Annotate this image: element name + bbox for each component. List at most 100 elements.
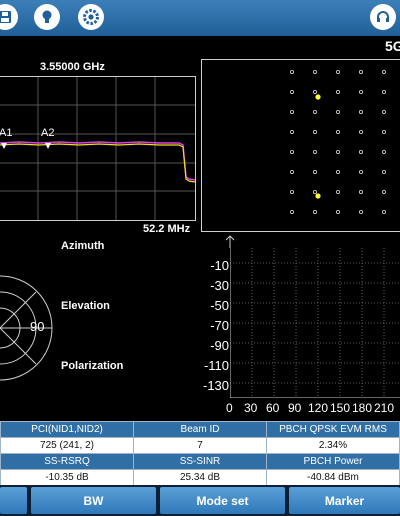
constellation-ref-point [381, 110, 386, 115]
x-tick: 90 [288, 401, 302, 415]
bw-button[interactable]: BW [31, 487, 156, 514]
marker-button[interactable]: Marker [289, 487, 400, 514]
y-tick: -90 [210, 338, 229, 353]
constellation-ref-point [335, 130, 340, 135]
constellation-ref-point [290, 69, 295, 74]
polar-angle-label: 90 [30, 319, 45, 334]
constellation-ref-point [290, 209, 295, 214]
constellation-ref-point [290, 130, 295, 135]
constellation-ref-point [358, 69, 363, 74]
constellation-plot[interactable] [201, 59, 400, 232]
y-tick: -130 [203, 378, 230, 393]
x-tick: 60 [266, 401, 280, 415]
pbch-power-value: -40.84 dBm [266, 469, 400, 486]
constellation-ref-point [290, 150, 295, 155]
elevation-label: Elevation [61, 300, 110, 312]
constellation-ref-point [335, 209, 340, 214]
table-row: PCI(NID1,NID2) Beam ID PBCH QPSK EVM RMS [0, 421, 400, 438]
measurement-table: PCI(NID1,NID2) Beam ID PBCH QPSK EVM RMS… [0, 421, 400, 486]
constellation-ref-point [335, 189, 340, 194]
constellation-ref-point [358, 130, 363, 135]
plot-arrow-icon [225, 235, 235, 248]
marker-a2-icon [45, 143, 51, 149]
top-toolbar [0, 0, 400, 36]
softkey-bar: BW Mode set Marker [0, 485, 400, 516]
beam-id-value: 7 [133, 437, 267, 454]
x-tick: 0 [226, 401, 233, 415]
spectrum-grid [0, 77, 195, 220]
constellation-ref-point [313, 170, 318, 175]
sinr-header: SS-SINR [133, 453, 267, 470]
span-label: 52.2 MHz [143, 223, 191, 235]
constellation-ref-point [290, 110, 295, 115]
bulb-icon[interactable] [34, 4, 60, 30]
y-tick: -70 [210, 318, 229, 333]
constellation-ref-point [358, 150, 363, 155]
table-row: -10.35 dB 25.34 dB -40.84 dBm [0, 469, 400, 486]
gear-icon[interactable] [78, 4, 104, 30]
pci-value: 725 (241, 2) [0, 437, 134, 454]
constellation-ref-point [381, 209, 386, 214]
level-plot-grid [230, 248, 400, 398]
table-row: 725 (241, 2) 7 2.34% [0, 437, 400, 454]
constellation-ref-point [335, 89, 340, 94]
level-y-ticks: -10 -30 -50 -70 -90 -110 -130 [203, 256, 229, 396]
mode-set-button[interactable]: Mode set [160, 487, 285, 514]
y-tick: -30 [210, 278, 229, 293]
y-tick: -10 [210, 258, 229, 273]
level-plot[interactable] [230, 248, 400, 398]
marker-a1-icon [1, 143, 7, 149]
constellation-ref-point [381, 130, 386, 135]
constellation-ref-point [313, 110, 318, 115]
pbch-power-header: PBCH Power [266, 453, 400, 470]
x-tick: 30 [244, 401, 258, 415]
y-tick: -110 [203, 358, 229, 373]
constellation-ref-point [335, 170, 340, 175]
constellation-symbol [315, 193, 321, 199]
evm-header: PBCH QPSK EVM RMS [266, 421, 400, 438]
center-frequency: 3.55000 GHz [40, 61, 105, 73]
table-row: SS-RSRQ SS-SINR PBCH Power [0, 453, 400, 470]
x-tick: 150 [330, 401, 351, 415]
mode-label: 5G [385, 38, 400, 54]
constellation-ref-point [358, 89, 363, 94]
x-tick: 210 [374, 401, 395, 415]
constellation-ref-point [313, 150, 318, 155]
headset-icon[interactable] [370, 4, 396, 30]
x-tick: 180 [352, 401, 373, 415]
constellation-ref-point [313, 89, 318, 94]
marker-a2-label: A2 [41, 127, 55, 139]
constellation-ref-point [313, 189, 318, 194]
y-tick: -50 [210, 298, 229, 313]
softkey-1[interactable] [0, 487, 27, 514]
constellation-ref-point [381, 89, 386, 94]
level-x-ticks: 0 30 60 90 120 150 180 210 [226, 401, 400, 417]
constellation-symbol [315, 94, 321, 100]
constellation-ref-point [290, 89, 295, 94]
constellation-ref-point [381, 69, 386, 74]
spectrum-trace-magenta [0, 141, 195, 181]
constellation-points [290, 69, 386, 214]
azimuth-label: Azimuth [61, 240, 105, 252]
x-tick: 120 [308, 401, 329, 415]
beam-id-header: Beam ID [133, 421, 267, 438]
evm-value: 2.34% [266, 437, 400, 454]
marker-a1-label: A1 [0, 127, 13, 139]
constellation-ref-point [335, 69, 340, 74]
constellation-ref-point [313, 130, 318, 135]
constellation-ref-point [381, 150, 386, 155]
constellation-ref-point [313, 69, 318, 74]
constellation-ref-point [290, 189, 295, 194]
save-icon[interactable] [0, 4, 18, 30]
constellation-ref-point [381, 189, 386, 194]
constellation-ref-point [358, 209, 363, 214]
constellation-ref-point [290, 170, 295, 175]
sinr-value: 25.34 dB [133, 469, 267, 486]
spectrum-plot[interactable]: A1 A2 [0, 76, 196, 221]
rsrq-value: -10.35 dB [0, 469, 134, 486]
constellation-ref-point [358, 170, 363, 175]
constellation-ref-point [335, 110, 340, 115]
constellation-ref-point [358, 189, 363, 194]
constellation-ref-point [313, 209, 318, 214]
constellation-ref-point [358, 110, 363, 115]
